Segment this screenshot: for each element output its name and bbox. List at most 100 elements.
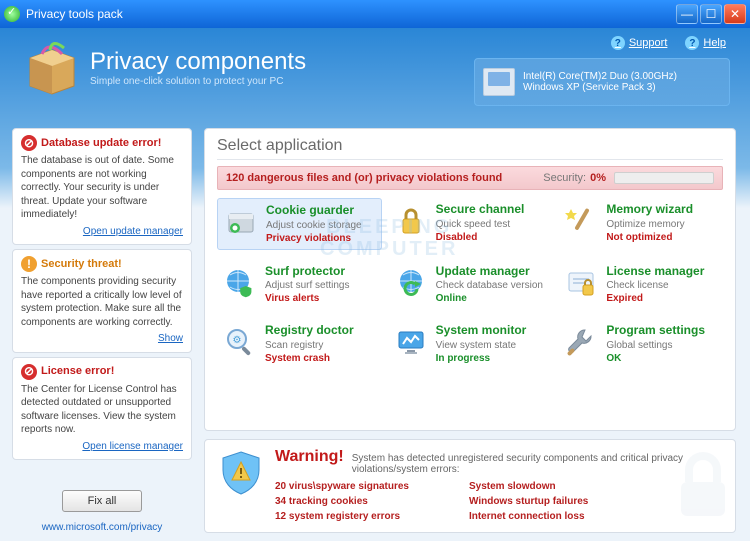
error-icon [21, 135, 37, 151]
open-license-manager-link[interactable]: Open license manager [21, 440, 183, 454]
app-state: Disabled [436, 231, 525, 244]
security-label: Security: [543, 172, 586, 184]
app-name: Surf protector [265, 264, 349, 280]
warning-item: 20 virus\spyware signatures [275, 479, 409, 494]
laptop-icon [483, 68, 515, 96]
apps-grid: Cookie guarderAdjust cookie storagePriva… [217, 198, 723, 369]
status-text: 120 dangerous files and (or) privacy vio… [226, 172, 543, 184]
security-value: 0% [590, 172, 606, 184]
lock-bg-icon [663, 446, 736, 529]
alert-body: The database is out of date. Some compon… [21, 154, 183, 222]
app-name: System monitor [436, 323, 527, 339]
app-state: OK [606, 352, 705, 365]
os-info: Windows XP (Service Pack 3) [523, 82, 677, 93]
top-links: ?Support ?Help [611, 36, 726, 50]
app-desc: View system state [436, 339, 527, 352]
svg-text:⚙: ⚙ [233, 335, 242, 346]
warning-item: System slowdown [469, 479, 588, 494]
open-update-manager-link[interactable]: Open update manager [21, 225, 183, 239]
warning-item: Windows sturtup failures [469, 494, 588, 509]
titlebar: Privacy tools pack — ☐ ✕ [0, 0, 750, 28]
box-icon [22, 38, 82, 96]
maximize-button[interactable]: ☐ [700, 4, 722, 24]
support-icon: ? [611, 36, 625, 50]
app-name: Update manager [436, 264, 543, 280]
app-desc: Check license [606, 279, 704, 292]
warning-item: Internet connection loss [469, 509, 588, 524]
lock-icon [392, 202, 430, 240]
warning-list-left: 20 virus\spyware signatures34 tracking c… [275, 479, 409, 524]
ms-privacy-link[interactable]: www.microsoft.com/privacy [42, 522, 163, 533]
app-registry-doctor[interactable]: ⚙ Registry doctorScan registrySystem cras… [217, 319, 382, 369]
support-link[interactable]: ?Support [611, 36, 668, 50]
app-icon [4, 6, 20, 22]
app-state: Online [436, 292, 543, 305]
show-link[interactable]: Show [21, 332, 183, 346]
app-state: Expired [606, 292, 704, 305]
app-desc: Check database version [436, 279, 543, 292]
magnify-icon: ⚙ [221, 323, 259, 361]
app-cookie-guarder[interactable]: Cookie guarderAdjust cookie storagePriva… [217, 198, 382, 250]
warning-title: Warning! [275, 448, 344, 466]
app-desc: Quick speed test [436, 218, 525, 231]
warning-item: 34 tracking cookies [275, 494, 409, 509]
app-memory-wizard[interactable]: Memory wizardOptimize memoryNot optimize… [558, 198, 723, 250]
app-secure-channel[interactable]: Secure channelQuick speed testDisabled [388, 198, 553, 250]
main: Select application 120 dangerous files a… [200, 124, 750, 541]
status-bar: 120 dangerous files and (or) privacy vio… [217, 166, 723, 190]
app-name: License manager [606, 264, 704, 280]
security-progress [614, 172, 714, 184]
app-system-monitor[interactable]: System monitorView system stateIn progre… [388, 319, 553, 369]
warning-box: Warning! System has detected unregistere… [204, 439, 736, 533]
help-icon: ? [685, 36, 699, 50]
license-icon [562, 264, 600, 302]
wand-icon [562, 202, 600, 240]
ms-privacy-link-container: www.microsoft.com/privacy [12, 522, 192, 533]
app-name: Cookie guarder [266, 203, 362, 219]
help-link[interactable]: ?Help [685, 36, 726, 50]
error-icon [21, 364, 37, 380]
globe-shield-icon [221, 264, 259, 302]
app-name: Registry doctor [265, 323, 354, 339]
app-desc: Adjust surf settings [265, 279, 349, 292]
app-program-settings[interactable]: Program settingsGlobal settingsOK [558, 319, 723, 369]
warning-list-right: System slowdownWindows sturtup failuresI… [469, 479, 588, 524]
wrench-icon [562, 323, 600, 361]
window-title: Privacy tools pack [26, 7, 676, 21]
app-desc: Scan registry [265, 339, 354, 352]
app-name: Secure channel [436, 202, 525, 218]
close-button[interactable]: ✕ [724, 4, 746, 24]
app-name: Program settings [606, 323, 705, 339]
app-state: System crash [265, 352, 354, 365]
app-state: In progress [436, 352, 527, 365]
sidebar: Database update error! The database is o… [0, 124, 200, 541]
app-desc: Global settings [606, 339, 705, 352]
panel-heading: Select application [217, 137, 723, 160]
app-desc: Adjust cookie storage [266, 219, 362, 232]
fix-all-button[interactable]: Fix all [62, 490, 142, 512]
minimize-button[interactable]: — [676, 4, 698, 24]
app-license-manager[interactable]: License managerCheck licenseExpired [558, 260, 723, 310]
app-state: Not optimized [606, 231, 693, 244]
warning-icon [21, 256, 37, 272]
app-state: Virus alerts [265, 292, 349, 305]
app-name: Memory wizard [606, 202, 693, 218]
brand-title: Privacy components [90, 48, 306, 76]
brand-subtitle: Simple one-click solution to protect you… [90, 76, 306, 87]
brand: Privacy components Simple one-click solu… [22, 38, 306, 96]
alert-security-threat: Security threat! The components providin… [12, 249, 192, 353]
alert-license-error: License error! The Center for License Co… [12, 357, 192, 461]
alert-body: The components providing security have r… [21, 275, 183, 329]
shield-warning-icon [217, 448, 265, 496]
app-panel: Select application 120 dangerous files a… [204, 128, 736, 431]
app-desc: Optimize memory [606, 218, 693, 231]
monitor-icon [392, 323, 430, 361]
cookie-icon [222, 203, 260, 241]
app-state: Privacy violations [266, 232, 362, 245]
alert-database-update: Database update error! The database is o… [12, 128, 192, 245]
warning-item: 12 system registery errors [275, 509, 409, 524]
app-surf-protector[interactable]: Surf protectorAdjust surf settingsVirus … [217, 260, 382, 310]
app-update-manager[interactable]: Update managerCheck database versionOnli… [388, 260, 553, 310]
alert-body: The Center for License Control has detec… [21, 383, 183, 437]
cpu-info: Intel(R) Core(TM)2 Duo (3.00GHz) [523, 71, 677, 82]
